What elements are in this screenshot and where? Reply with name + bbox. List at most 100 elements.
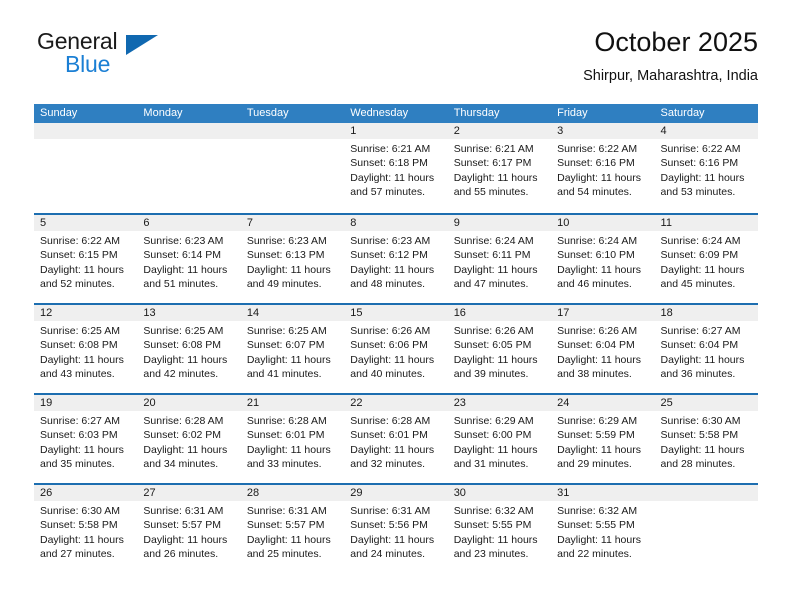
sunrise-text: Sunrise: 6:30 AM (40, 505, 120, 517)
day-cell[interactable]: 4 Sunrise: 6:22 AM Sunset: 6:16 PM Dayli… (654, 123, 758, 213)
daylight-text-line1: Daylight: 11 hours (246, 263, 331, 276)
day-number: 31 (551, 485, 655, 501)
day-cell[interactable]: 12 Sunrise: 6:25 AM Sunset: 6:08 PM Dayl… (34, 305, 138, 393)
day-details: Sunrise: 6:23 AM Sunset: 6:13 PM Dayligh… (240, 231, 345, 292)
general-blue-logo[interactable]: General Blue (34, 26, 264, 88)
day-number: 15 (344, 305, 448, 321)
day-cell[interactable]: 29 Sunrise: 6:31 AM Sunset: 5:56 PM Dayl… (344, 485, 448, 573)
daylight-text-line1: Daylight: 11 hours (660, 171, 745, 184)
day-cell[interactable]: 1 Sunrise: 6:21 AM Sunset: 6:18 PM Dayli… (344, 123, 448, 213)
day-details: Sunrise: 6:32 AM Sunset: 5:55 PM Dayligh… (447, 501, 552, 562)
day-cell[interactable]: 10 Sunrise: 6:24 AM Sunset: 6:10 PM Dayl… (551, 215, 655, 303)
day-cell[interactable]: 2 Sunrise: 6:21 AM Sunset: 6:17 PM Dayli… (447, 123, 552, 213)
daylight-text-line1: Daylight: 11 hours (660, 263, 745, 276)
day-details: Sunrise: 6:22 AM Sunset: 6:15 PM Dayligh… (34, 231, 138, 292)
day-cell[interactable]: 11 Sunrise: 6:24 AM Sunset: 6:09 PM Dayl… (654, 215, 758, 303)
daylight-text-line1: Daylight: 11 hours (453, 171, 538, 184)
day-cell[interactable]: 16 Sunrise: 6:26 AM Sunset: 6:05 PM Dayl… (447, 305, 552, 393)
day-cell[interactable]: 28 Sunrise: 6:31 AM Sunset: 5:57 PM Dayl… (240, 485, 345, 573)
day-cell[interactable]: 27 Sunrise: 6:31 AM Sunset: 5:57 PM Dayl… (137, 485, 241, 573)
day-cell[interactable]: 23 Sunrise: 6:29 AM Sunset: 6:00 PM Dayl… (447, 395, 552, 483)
sunrise-text: Sunrise: 6:21 AM (350, 143, 431, 155)
weekday-header-saturday: Saturday (660, 107, 705, 119)
sunrise-text: Sunrise: 6:25 AM (40, 325, 120, 337)
daylight-text-line1: Daylight: 11 hours (246, 353, 331, 366)
sunset-text: Sunset: 6:00 PM (453, 429, 532, 442)
day-cell[interactable]: 18 Sunrise: 6:27 AM Sunset: 6:04 PM Dayl… (654, 305, 758, 393)
daylight-text-line2: and 46 minutes. (557, 278, 632, 291)
day-number: 6 (137, 215, 241, 231)
day-number: 11 (654, 215, 758, 231)
daylight-text-line1: Daylight: 11 hours (557, 263, 641, 276)
day-cell[interactable]: 8 Sunrise: 6:23 AM Sunset: 6:12 PM Dayli… (344, 215, 448, 303)
day-cell[interactable]: 17 Sunrise: 6:26 AM Sunset: 6:04 PM Dayl… (551, 305, 655, 393)
daylight-text-line2: and 28 minutes. (660, 458, 736, 471)
day-cell[interactable]: 25 Sunrise: 6:30 AM Sunset: 5:58 PM Dayl… (654, 395, 758, 483)
page-header: General Blue October 2025 Shirpur, Mahar… (34, 26, 758, 96)
daylight-text-line1: Daylight: 11 hours (350, 353, 435, 366)
day-cell[interactable]: 19 Sunrise: 6:27 AM Sunset: 6:03 PM Dayl… (34, 395, 138, 483)
day-cell[interactable]: 15 Sunrise: 6:26 AM Sunset: 6:06 PM Dayl… (344, 305, 448, 393)
sunrise-text: Sunrise: 6:26 AM (453, 325, 534, 337)
day-cell[interactable]: 26 Sunrise: 6:30 AM Sunset: 5:58 PM Dayl… (34, 485, 138, 573)
day-number: 4 (654, 123, 758, 139)
day-number (137, 123, 241, 139)
daylight-text-line1: Daylight: 11 hours (143, 263, 228, 276)
day-number: 5 (34, 215, 138, 231)
day-cell[interactable]: 24 Sunrise: 6:29 AM Sunset: 5:59 PM Dayl… (551, 395, 655, 483)
daylight-text-line1: Daylight: 11 hours (143, 353, 228, 366)
day-details: Sunrise: 6:31 AM Sunset: 5:57 PM Dayligh… (240, 501, 345, 562)
day-cell[interactable]: 13 Sunrise: 6:25 AM Sunset: 6:08 PM Dayl… (137, 305, 241, 393)
sunset-text: Sunset: 5:58 PM (40, 519, 118, 532)
day-details: Sunrise: 6:31 AM Sunset: 5:57 PM Dayligh… (137, 501, 241, 562)
sunset-text: Sunset: 6:18 PM (350, 157, 428, 170)
daylight-text-line1: Daylight: 11 hours (557, 353, 641, 366)
day-cell[interactable]: 9 Sunrise: 6:24 AM Sunset: 6:11 PM Dayli… (447, 215, 552, 303)
day-cell[interactable]: 31 Sunrise: 6:32 AM Sunset: 5:55 PM Dayl… (551, 485, 655, 573)
day-cell[interactable]: 14 Sunrise: 6:25 AM Sunset: 6:07 PM Dayl… (240, 305, 345, 393)
daylight-text-line2: and 41 minutes. (246, 368, 322, 381)
day-cell[interactable]: 5 Sunrise: 6:22 AM Sunset: 6:15 PM Dayli… (34, 215, 138, 303)
daylight-text-line2: and 52 minutes. (40, 278, 115, 291)
sunrise-text: Sunrise: 6:30 AM (660, 415, 741, 427)
day-cell[interactable]: 3 Sunrise: 6:22 AM Sunset: 6:16 PM Dayli… (551, 123, 655, 213)
day-details: Sunrise: 6:22 AM Sunset: 6:16 PM Dayligh… (654, 139, 758, 200)
daylight-text-line1: Daylight: 11 hours (40, 263, 124, 276)
daylight-text-line2: and 32 minutes. (350, 458, 425, 471)
sunrise-text: Sunrise: 6:22 AM (660, 143, 741, 155)
daylight-text-line2: and 29 minutes. (557, 458, 632, 471)
sunrise-text: Sunrise: 6:31 AM (350, 505, 431, 517)
day-cell[interactable]: 6 Sunrise: 6:23 AM Sunset: 6:14 PM Dayli… (137, 215, 241, 303)
daylight-text-line2: and 25 minutes. (246, 548, 322, 561)
day-number: 9 (447, 215, 552, 231)
day-number: 22 (344, 395, 448, 411)
day-number: 10 (551, 215, 655, 231)
day-details: Sunrise: 6:22 AM Sunset: 6:16 PM Dayligh… (551, 139, 655, 200)
daylight-text-line1: Daylight: 11 hours (350, 443, 435, 456)
sunset-text: Sunset: 6:12 PM (350, 249, 428, 262)
sunset-text: Sunset: 6:03 PM (40, 429, 118, 442)
calendar-grid: Sunday Monday Tuesday Wednesday Thursday… (34, 104, 758, 573)
day-cell[interactable]: 30 Sunrise: 6:32 AM Sunset: 5:55 PM Dayl… (447, 485, 552, 573)
daylight-text-line2: and 23 minutes. (453, 548, 529, 561)
daylight-text-line2: and 35 minutes. (40, 458, 115, 471)
sunset-text: Sunset: 6:01 PM (350, 429, 428, 442)
day-cell[interactable]: 7 Sunrise: 6:23 AM Sunset: 6:13 PM Dayli… (240, 215, 345, 303)
daylight-text-line2: and 24 minutes. (350, 548, 425, 561)
sunrise-text: Sunrise: 6:24 AM (557, 235, 638, 247)
day-cell[interactable]: 20 Sunrise: 6:28 AM Sunset: 6:02 PM Dayl… (137, 395, 241, 483)
sunset-text: Sunset: 6:06 PM (350, 339, 428, 352)
week-row: 19 Sunrise: 6:27 AM Sunset: 6:03 PM Dayl… (34, 393, 758, 483)
day-cell[interactable]: 22 Sunrise: 6:28 AM Sunset: 6:01 PM Dayl… (344, 395, 448, 483)
sunset-text: Sunset: 5:55 PM (557, 519, 635, 532)
day-details: Sunrise: 6:25 AM Sunset: 6:08 PM Dayligh… (137, 321, 241, 382)
week-row: 5 Sunrise: 6:22 AM Sunset: 6:15 PM Dayli… (34, 213, 758, 303)
day-cell[interactable]: 21 Sunrise: 6:28 AM Sunset: 6:01 PM Dayl… (240, 395, 345, 483)
sunset-text: Sunset: 6:14 PM (143, 249, 222, 262)
daylight-text-line2: and 42 minutes. (143, 368, 219, 381)
sunset-text: Sunset: 6:04 PM (660, 339, 739, 352)
page-title: October 2025 (594, 27, 758, 57)
day-number: 8 (344, 215, 448, 231)
day-details: Sunrise: 6:28 AM Sunset: 6:01 PM Dayligh… (240, 411, 345, 472)
day-cell (137, 123, 241, 213)
